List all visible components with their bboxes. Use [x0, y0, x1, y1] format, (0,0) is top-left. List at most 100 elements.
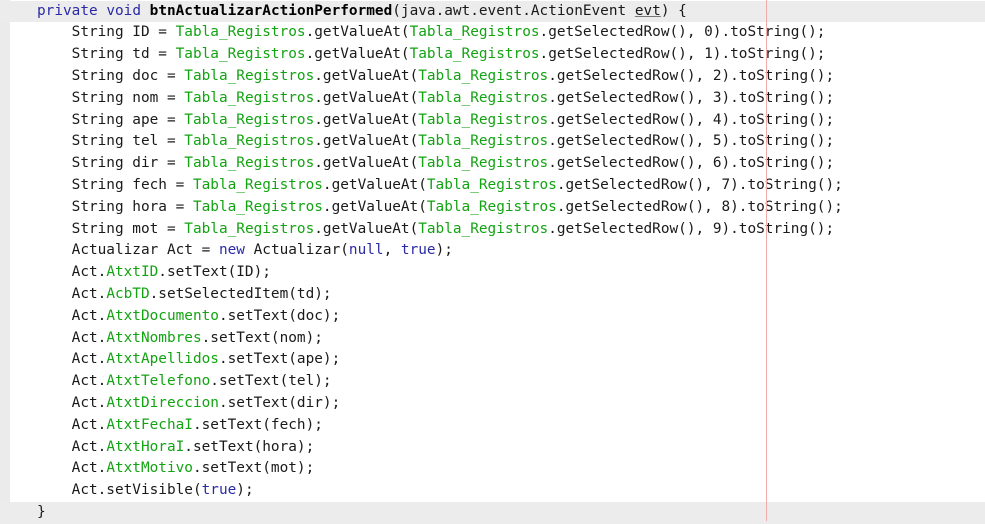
code-line[interactable]: private void btnActualizarActionPerforme… [0, 0, 985, 23]
code-token: .setText(doc); [218, 307, 341, 324]
code-token: AtxtDireccion [106, 394, 219, 411]
code-token: String tel = [37, 133, 185, 150]
code-token: String nom = [37, 89, 185, 106]
code-line-text: Act.AtxtMotivo.setText(mot); [37, 458, 315, 480]
code-token: .getValueAt( [314, 89, 419, 106]
code-line[interactable]: String nom = Tabla_Registros.getValueAt(… [0, 88, 985, 110]
code-token: new [218, 242, 245, 259]
code-token: , [383, 242, 401, 259]
code-line[interactable]: String ID = Tabla_Registros.getValueAt(T… [0, 22, 985, 44]
code-token: .getSelectedRow(), 8).toString(); [556, 198, 843, 215]
code-token: void [106, 2, 141, 19]
code-token: ) { [660, 2, 687, 19]
code-line[interactable]: Act.setVisible(true); [0, 480, 985, 502]
code-token: .getSelectedRow(), 7).toString(); [556, 176, 843, 193]
code-token: String td = [37, 46, 176, 63]
code-token: AcbTD [106, 285, 150, 302]
code-line-text: Act.AtxtDireccion.setText(dir); [37, 393, 341, 415]
code-token: Tabla_Registros [175, 24, 306, 41]
code-token: Tabla_Registros [192, 176, 323, 193]
code-token: null [348, 242, 384, 259]
code-editor[interactable]: private void btnActualizarActionPerforme… [0, 0, 985, 524]
code-token: .getValueAt( [305, 24, 410, 41]
code-token: AtxtDocumento [106, 307, 219, 324]
code-line[interactable]: String dir = Tabla_Registros.getValueAt(… [0, 153, 985, 175]
code-token: Tabla_Registros [426, 198, 557, 215]
code-token: Act. [37, 307, 107, 324]
code-line[interactable]: String hora = Tabla_Registros.getValueAt… [0, 197, 985, 219]
code-token: Tabla_Registros [184, 67, 315, 84]
code-line-text: Act.AtxtID.setText(ID); [37, 262, 271, 284]
code-line[interactable]: Act.AtxtNombres.setText(nom); [0, 328, 985, 350]
code-line[interactable]: Act.AtxtMotivo.setText(mot); [0, 458, 985, 480]
code-line[interactable]: String td = Tabla_Registros.getValueAt(T… [0, 44, 985, 66]
code-token: String doc = [37, 67, 185, 84]
code-token: Tabla_Registros [409, 24, 540, 41]
code-line-text: Act.AtxtHoraI.setText(hora); [37, 437, 315, 459]
code-token: (java.awt.event.ActionEvent [392, 2, 635, 19]
code-line[interactable]: Act.AtxtDireccion.setText(dir); [0, 393, 985, 415]
code-token: AtxtApellidos [106, 351, 219, 368]
code-line-text: String doc = Tabla_Registros.getValueAt(… [37, 66, 834, 88]
code-line-text: String ape = Tabla_Registros.getValueAt(… [37, 110, 834, 132]
code-token: Act. [37, 264, 107, 281]
code-line-text: String tel = Tabla_Registros.getValueAt(… [37, 131, 834, 153]
code-token: .setText(mot); [192, 460, 315, 477]
code-token: Tabla_Registros [184, 133, 315, 150]
code-line[interactable]: String ape = Tabla_Registros.getValueAt(… [0, 110, 985, 132]
code-line-text: String mot = Tabla_Registros.getValueAt(… [37, 219, 834, 241]
code-token: .getSelectedRow(), 5).toString(); [548, 133, 835, 150]
code-token: AtxtNombres [106, 329, 202, 346]
code-token: Act. [37, 373, 107, 390]
code-line-text: private void btnActualizarActionPerforme… [37, 1, 687, 23]
code-token: Actualizar Act = [37, 242, 219, 259]
code-token: .setText(ape); [218, 351, 341, 368]
code-token: .getSelectedRow(), 9).toString(); [548, 220, 835, 237]
code-line-text: Actualizar Act = new Actualizar(null, tr… [37, 240, 453, 262]
code-line[interactable]: Act.AtxtTelefono.setText(tel); [0, 371, 985, 393]
code-token: Act. [37, 285, 107, 302]
code-line-text: String fech = Tabla_Registros.getValueAt… [37, 175, 843, 197]
code-line[interactable]: } [0, 501, 985, 524]
code-token: .getSelectedRow(), 3).toString(); [548, 89, 835, 106]
code-token: Act.setVisible( [37, 482, 202, 499]
code-token: .setText(fech); [192, 416, 323, 433]
code-token: true [201, 482, 237, 499]
code-line[interactable]: Act.AtxtApellidos.setText(ape); [0, 349, 985, 371]
code-line[interactable]: String tel = Tabla_Registros.getValueAt(… [0, 131, 985, 153]
code-token: Tabla_Registros [175, 46, 306, 63]
code-token: Act. [37, 460, 107, 477]
code-line[interactable]: Act.AtxtID.setText(ID); [0, 262, 985, 284]
code-token: .setText(hora); [184, 438, 315, 455]
code-token: .setText(nom); [201, 329, 323, 346]
code-token: .getValueAt( [322, 198, 427, 215]
code-line[interactable]: Act.AtxtFechaI.setText(fech); [0, 415, 985, 437]
code-token: Tabla_Registros [418, 67, 549, 84]
code-token: String fech = [37, 176, 193, 193]
code-token: Tabla_Registros [184, 111, 315, 128]
right-margin-guide [766, 0, 767, 521]
code-line[interactable]: String doc = Tabla_Registros.getValueAt(… [0, 66, 985, 88]
code-token: String ape = [37, 111, 185, 128]
code-line[interactable]: Act.AtxtHoraI.setText(hora); [0, 437, 985, 459]
code-line[interactable]: Act.AcbTD.setSelectedItem(td); [0, 284, 985, 306]
code-line[interactable]: String fech = Tabla_Registros.getValueAt… [0, 175, 985, 197]
code-token: .getValueAt( [314, 220, 419, 237]
code-line-text: String td = Tabla_Registros.getValueAt(T… [37, 44, 826, 66]
code-token: .getSelectedRow(), 4).toString(); [548, 111, 835, 128]
code-line[interactable]: Actualizar Act = new Actualizar(null, tr… [0, 240, 985, 262]
code-line-text: Act.AtxtTelefono.setText(tel); [37, 371, 332, 393]
code-line[interactable]: Act.AtxtDocumento.setText(doc); [0, 306, 985, 328]
code-token: .getSelectedRow(), 6).toString(); [548, 155, 835, 172]
code-token: .getValueAt( [322, 176, 427, 193]
code-line-text: Act.AtxtApellidos.setText(ape); [37, 349, 341, 371]
code-token: Tabla_Registros [418, 133, 549, 150]
code-token: Tabla_Registros [418, 220, 549, 237]
code-line-text: String hora = Tabla_Registros.getValueAt… [37, 197, 843, 219]
code-token: Tabla_Registros [418, 111, 549, 128]
code-line[interactable]: String mot = Tabla_Registros.getValueAt(… [0, 219, 985, 241]
code-token: ); [435, 242, 453, 259]
code-token: Actualizar( [244, 242, 349, 259]
code-line-text: } [37, 502, 46, 524]
code-token: Act. [37, 416, 107, 433]
